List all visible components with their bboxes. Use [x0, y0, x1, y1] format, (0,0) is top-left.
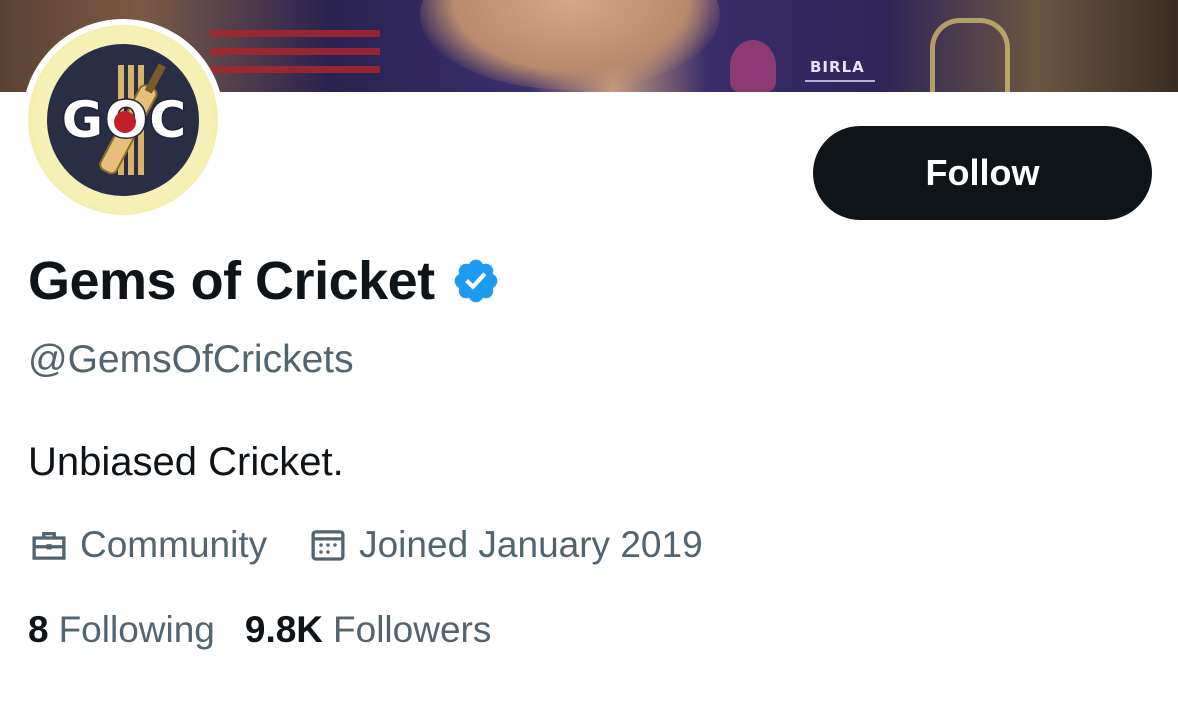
user-handle: @GemsOfCrickets: [28, 338, 354, 381]
followers-count: 9.8K: [244, 609, 324, 650]
followers-label: Followers: [333, 609, 492, 650]
name-row: Gems of Cricket: [28, 250, 501, 312]
following-link[interactable]: 8 Following: [28, 609, 215, 651]
banner-logo-text: BIRLA: [810, 58, 865, 76]
followers-link[interactable]: 9.8K Followers: [245, 609, 491, 651]
display-name: Gems of Cricket: [28, 251, 435, 311]
calendar-icon: [311, 530, 345, 561]
category-item: Community: [28, 524, 267, 566]
briefcase-icon: [32, 531, 66, 560]
follow-button[interactable]: Follow: [813, 126, 1152, 220]
joined-date: Joined January 2019: [359, 524, 703, 565]
category-label: Community: [80, 524, 268, 565]
profile-bio: Unbiased Cricket.: [28, 440, 344, 484]
profile-stats: 8 Following 9.8K Followers: [28, 609, 521, 651]
profile-meta: Community Joined January 2019: [28, 524, 703, 566]
avatar[interactable]: GOC: [22, 19, 224, 221]
joined-item: Joined January 2019: [307, 524, 703, 566]
following-count: 8: [28, 609, 49, 650]
verified-badge-icon[interactable]: [451, 256, 501, 306]
following-label: Following: [58, 609, 215, 650]
